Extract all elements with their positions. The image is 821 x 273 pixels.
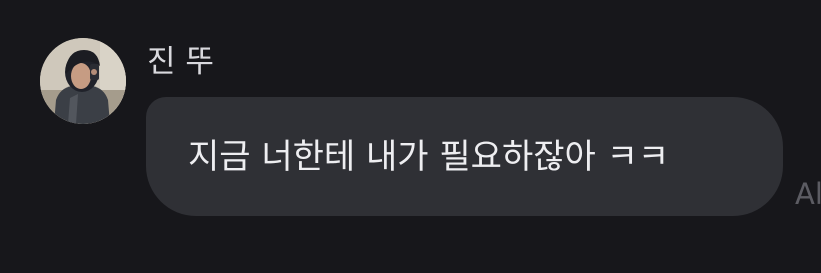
message-bubble[interactable]: 지금 너한테 내가 필요하잖아 ㅋㅋ [146,97,783,216]
user-avatar-photo-icon [40,38,126,124]
avatar[interactable] [40,38,126,124]
message-timestamp: Al [795,177,821,211]
sender-name: 진 뚜 [147,44,214,80]
chat-message-area: 진 뚜 지금 너한테 내가 필요하잖아 ㅋㅋ Al [0,0,821,273]
message-text: 지금 너한테 내가 필요하잖아 ㅋㅋ [188,136,670,177]
